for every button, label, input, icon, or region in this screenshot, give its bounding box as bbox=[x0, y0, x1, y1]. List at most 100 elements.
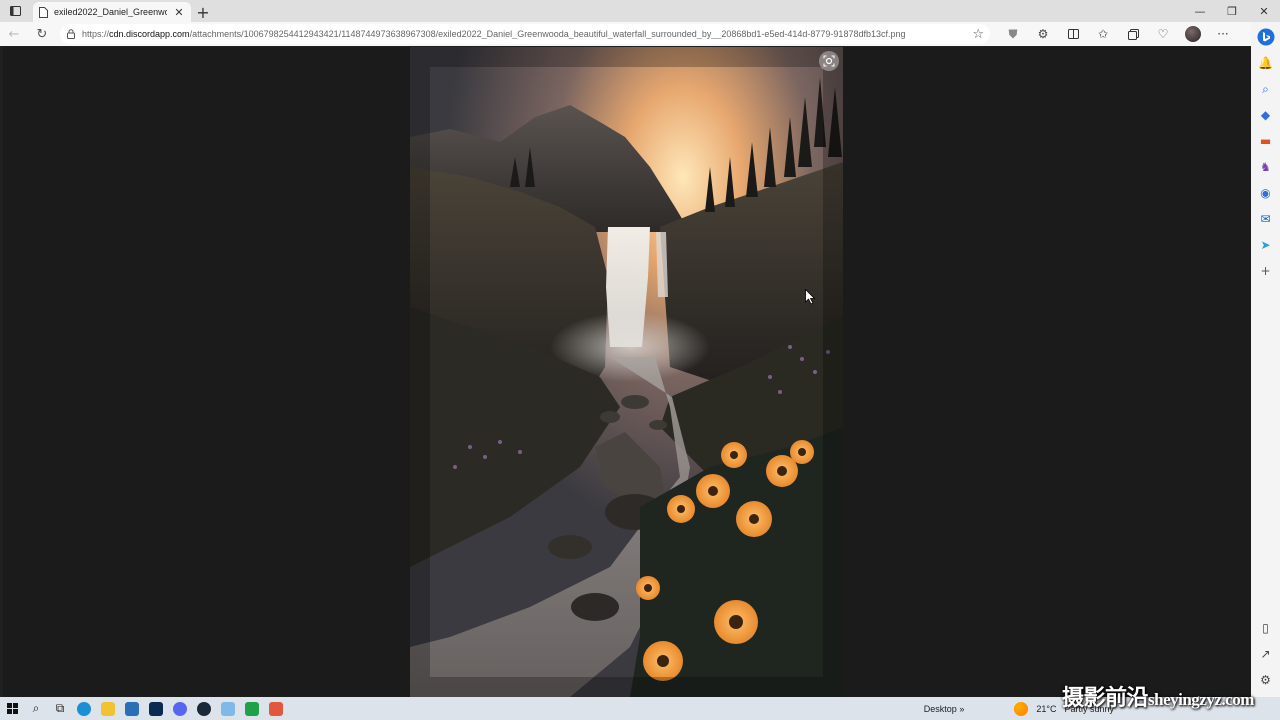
browser-toolbar: ← ↻ https://cdn.discordapp.com/attachmen… bbox=[0, 22, 1280, 46]
restore-icon: ❐ bbox=[1227, 4, 1237, 18]
profile-button[interactable] bbox=[1178, 22, 1208, 46]
tab-actions-icon bbox=[9, 6, 21, 16]
close-tab-button[interactable]: ✕ bbox=[173, 5, 185, 19]
url-text[interactable]: https://cdn.discordapp.com/attachments/1… bbox=[82, 29, 966, 39]
open-external-button[interactable]: ↗ bbox=[1255, 643, 1277, 665]
favorites-icon: ✩ bbox=[1097, 27, 1109, 41]
performance-button[interactable]: ♡ bbox=[1148, 22, 1178, 46]
active-tab[interactable]: exiled2022_Daniel_Greenwooda_beautiful_w… bbox=[33, 2, 191, 22]
back-arrow-icon: ← bbox=[8, 26, 20, 42]
watermark-latin: sheyingzyz.com bbox=[1148, 690, 1254, 709]
taskbar-app-store[interactable] bbox=[120, 697, 144, 720]
address-bar[interactable]: https://cdn.discordapp.com/attachments/1… bbox=[60, 24, 990, 44]
tracking-shield-button[interactable]: ⛊ bbox=[998, 22, 1028, 46]
bell-icon: 🔔 bbox=[1258, 56, 1273, 70]
waterfall-landscape-photo[interactable] bbox=[410, 47, 843, 697]
taskbar-app-photoshop[interactable] bbox=[144, 697, 168, 720]
store-icon bbox=[125, 701, 139, 716]
folder-icon bbox=[101, 701, 115, 716]
sidebar-notifications[interactable]: 🔔 bbox=[1255, 52, 1277, 74]
visual-search-button[interactable] bbox=[819, 51, 839, 71]
shield-icon: ⛊ bbox=[1008, 26, 1018, 41]
sidebar-shopping[interactable]: ◆ bbox=[1255, 104, 1277, 126]
new-tab-button[interactable]: + bbox=[191, 2, 215, 22]
watermark: 摄影前沿sheyingzyz.com bbox=[1062, 680, 1254, 712]
more-icon: ··· bbox=[1217, 27, 1229, 41]
image-viewer bbox=[3, 47, 1251, 697]
start-button[interactable] bbox=[0, 697, 24, 720]
taskbar-app-steam[interactable] bbox=[192, 697, 216, 720]
weather-icon[interactable] bbox=[1014, 701, 1029, 716]
windows-icon bbox=[6, 703, 18, 714]
sidebar-bottom: ▯ ↗ ⚙ bbox=[1255, 615, 1277, 697]
red-app-icon bbox=[269, 701, 283, 716]
sidebar-games[interactable]: ♞ bbox=[1255, 156, 1277, 178]
toolbar-icons: ⛊ ⚙ ✩ ♡ ··· bbox=[998, 22, 1238, 46]
mouse-cursor bbox=[805, 289, 815, 305]
split-icon bbox=[1067, 29, 1079, 39]
url-scheme: https:// bbox=[82, 29, 110, 39]
sidebar-drop[interactable]: ➤ bbox=[1255, 234, 1277, 256]
page-icon bbox=[39, 6, 48, 18]
visual-search-icon bbox=[823, 55, 835, 67]
taskbar-app-green[interactable] bbox=[240, 697, 264, 720]
hide-sidebar-button[interactable]: ▯ bbox=[1255, 617, 1277, 639]
taskbar-app-explorer[interactable] bbox=[96, 697, 120, 720]
plus-icon: + bbox=[196, 2, 210, 22]
search-icon: ⌕ bbox=[1262, 81, 1269, 96]
puzzle-icon: ⚙ bbox=[1037, 27, 1049, 41]
steam-icon bbox=[197, 701, 211, 716]
info-icon bbox=[67, 29, 75, 39]
copilot-button[interactable] bbox=[1255, 26, 1277, 48]
minimize-icon: — bbox=[1194, 4, 1206, 18]
close-window-button[interactable]: ✕ bbox=[1248, 0, 1280, 22]
minimize-button[interactable]: — bbox=[1184, 0, 1216, 22]
restore-button[interactable]: ❐ bbox=[1216, 0, 1248, 22]
green-app-icon bbox=[245, 701, 259, 716]
taskbar-app-notepad[interactable] bbox=[216, 697, 240, 720]
taskbar-search-button[interactable]: ⌕ bbox=[24, 697, 48, 720]
microsoft365-icon: ◉ bbox=[1260, 186, 1271, 200]
discord-icon bbox=[173, 701, 187, 716]
favorites-button[interactable]: ✩ bbox=[1088, 22, 1118, 46]
collections-icon bbox=[1127, 28, 1139, 40]
games-icon: ♞ bbox=[1260, 160, 1271, 174]
sidebar-add[interactable]: + bbox=[1255, 260, 1277, 282]
photoshop-icon bbox=[149, 701, 163, 716]
window-controls: — ❐ ✕ bbox=[1184, 0, 1280, 22]
url-path: /attachments/1006798254412943421/1148744… bbox=[189, 29, 906, 39]
sidebar-microsoft365[interactable]: ◉ bbox=[1255, 182, 1277, 204]
taskbar-app-red[interactable] bbox=[264, 697, 288, 720]
chevron-icon: » bbox=[959, 703, 965, 714]
settings-icon: ⚙ bbox=[1260, 673, 1271, 687]
shopping-tag-icon: ◆ bbox=[1260, 108, 1271, 122]
taskbar-app-edge[interactable] bbox=[72, 697, 96, 720]
desktop-toolbar[interactable]: Desktop » bbox=[924, 704, 965, 714]
menu-button[interactable]: ··· bbox=[1208, 22, 1238, 46]
sidebar-search[interactable]: ⌕ bbox=[1255, 78, 1277, 100]
tab-actions-button[interactable] bbox=[0, 0, 30, 22]
refresh-button[interactable]: ↻ bbox=[28, 22, 56, 46]
collections-button[interactable] bbox=[1118, 22, 1148, 46]
weather-temp[interactable]: 21°C bbox=[1036, 704, 1056, 714]
task-view-button[interactable]: ⧉ bbox=[48, 697, 72, 720]
heart-pulse-icon: ♡ bbox=[1157, 27, 1169, 41]
search-icon: ⌕ bbox=[32, 701, 40, 715]
extensions-button[interactable]: ⚙ bbox=[1028, 22, 1058, 46]
split-screen-button[interactable] bbox=[1058, 22, 1088, 46]
close-icon: ✕ bbox=[1259, 4, 1269, 18]
favorite-button[interactable]: ☆ bbox=[972, 27, 984, 42]
watermark-cn: 摄影前沿 bbox=[1062, 685, 1149, 711]
customize-button[interactable]: ⚙ bbox=[1255, 669, 1277, 691]
desktop-label: Desktop bbox=[923, 703, 957, 714]
edge-sidebar: 🔔 ⌕ ◆ ▬ ♞ ◉ ✉ ➤ + ▯ ↗ ⚙ bbox=[1251, 22, 1280, 697]
back-button[interactable]: ← bbox=[0, 22, 28, 46]
taskbar-app-discord[interactable] bbox=[168, 697, 192, 720]
notepad-icon bbox=[221, 701, 235, 716]
close-icon: ✕ bbox=[174, 5, 184, 19]
open-external-icon: ↗ bbox=[1260, 647, 1271, 661]
send-icon: ➤ bbox=[1260, 238, 1271, 252]
bing-icon bbox=[1257, 28, 1274, 46]
sidebar-tools[interactable]: ▬ bbox=[1255, 130, 1277, 152]
sidebar-outlook[interactable]: ✉ bbox=[1255, 208, 1277, 230]
